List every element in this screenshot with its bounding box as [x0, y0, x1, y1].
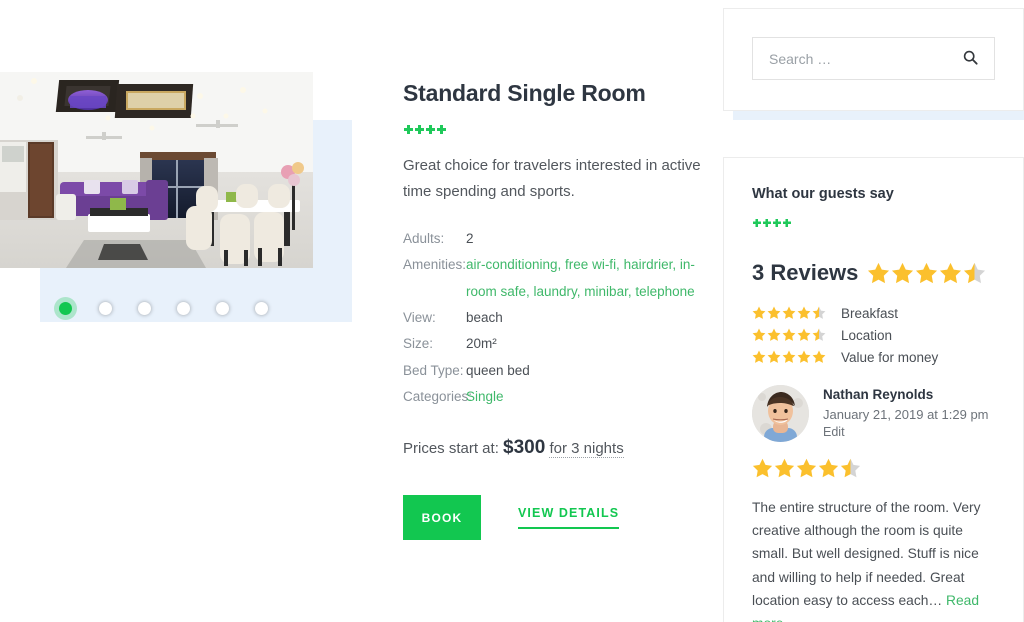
- page-title: Standard Single Room: [403, 80, 646, 106]
- criteria-label: Location: [841, 327, 893, 343]
- review-body: The entire structure of the room. Very c…: [752, 496, 995, 622]
- price-nights[interactable]: for 3 nights: [549, 440, 624, 459]
- room-photo[interactable]: [0, 72, 313, 268]
- gallery-dot-4[interactable]: [177, 302, 190, 315]
- review-body-text: The entire structure of the room. Very c…: [752, 500, 981, 608]
- review-rating-stars-wrap: [752, 458, 995, 484]
- gallery-dot-6[interactable]: [255, 302, 268, 315]
- criteria-row-breakfast: Breakfast: [752, 302, 995, 324]
- review-edit-link[interactable]: Edit: [823, 425, 845, 439]
- search-widget-body: [723, 8, 1024, 111]
- room-actions: BOOK VIEW DETAILS: [403, 495, 703, 541]
- spec-row-categories: Categories: Single: [403, 384, 703, 410]
- spec-value: beach: [466, 310, 503, 326]
- reviews-count: 3 Reviews: [752, 260, 859, 285]
- room-gallery: [0, 72, 352, 322]
- room-listing-page: Standard Single Room Great choice for tr…: [0, 0, 1024, 622]
- spec-row-adults: Adults: 2: [403, 226, 703, 252]
- spec-value: 2: [466, 231, 474, 247]
- spec-label: View:: [403, 310, 436, 326]
- overall-rating-stars: [867, 262, 987, 285]
- criteria-row-location: Location: [752, 324, 995, 346]
- spec-label: Bed Type:: [403, 362, 464, 378]
- spec-label: Categories:: [403, 388, 473, 404]
- book-button[interactable]: BOOK: [403, 495, 481, 541]
- spec-value: 20m²: [466, 336, 497, 352]
- review-date: January 21, 2019 at 1:29 pm: [823, 407, 989, 422]
- criteria-stars: [752, 306, 827, 320]
- spec-label: Size:: [403, 336, 434, 352]
- spec-value-categories[interactable]: Single: [466, 384, 504, 410]
- spec-label: Adults:: [403, 231, 445, 247]
- search-submit-button[interactable]: [956, 38, 984, 79]
- criteria-stars: [752, 350, 827, 364]
- search-widget: [723, 8, 1024, 120]
- review-rating-stars: [752, 458, 862, 479]
- spec-row-size: Size: 20m²: [403, 331, 703, 357]
- price-amount: $300: [503, 437, 546, 459]
- room-spec-list: Adults: 2 Amenities: air-conditioning, f…: [403, 226, 703, 410]
- green-dots-divider: [403, 124, 703, 136]
- sidebar: What our guests say 3 Reviews: [723, 0, 1024, 622]
- avatar: [752, 385, 809, 442]
- spec-row-amenities: Amenities: air-conditioning, free wi-fi,…: [403, 252, 703, 305]
- reviews-widget: What our guests say 3 Reviews Breakfast …: [723, 157, 1024, 622]
- reviews-header: 3 Reviews: [752, 260, 995, 286]
- gallery-dot-1[interactable]: [59, 302, 72, 315]
- spec-label: Amenities:: [403, 257, 467, 273]
- criteria-label: Breakfast: [841, 305, 899, 321]
- spec-value: queen bed: [466, 362, 530, 378]
- reviews-widget-title: What our guests say: [752, 186, 894, 202]
- criteria-label: Value for money: [841, 349, 939, 365]
- room-description: Great choice for travelers interested in…: [403, 156, 701, 200]
- price-prefix: Prices start at:: [403, 440, 499, 458]
- reviews-widget-body: What our guests say 3 Reviews Breakfast …: [723, 157, 1024, 622]
- view-details-link[interactable]: VIEW DETAILS: [518, 506, 620, 530]
- spec-row-view: View: beach: [403, 305, 703, 331]
- review-author-meta: Nathan Reynolds January 21, 2019 at 1:29…: [823, 385, 989, 441]
- price-line: Prices start at: $300 for 3 nights: [403, 437, 703, 459]
- search-icon: [963, 50, 978, 68]
- search-field-wrapper[interactable]: [752, 37, 995, 80]
- gallery-dots[interactable]: [0, 302, 313, 322]
- gallery-dot-2[interactable]: [99, 302, 112, 315]
- criteria-stars: [752, 328, 827, 342]
- gallery-dot-3[interactable]: [138, 302, 151, 315]
- room-details: Standard Single Room Great choice for tr…: [403, 80, 703, 541]
- gallery-dot-5[interactable]: [216, 302, 229, 315]
- spec-row-bed-type: Bed Type: queen bed: [403, 358, 703, 384]
- criteria-ratings: Breakfast Location Value for money: [752, 302, 995, 368]
- review-author-name: Nathan Reynolds: [823, 387, 934, 402]
- criteria-row-value-for-money: Value for money: [752, 346, 995, 368]
- green-dots-divider: [752, 218, 995, 230]
- review-author-block: Nathan Reynolds January 21, 2019 at 1:29…: [752, 385, 995, 442]
- spec-value-amenities[interactable]: air-conditioning, free wi-fi, hairdrier,…: [466, 252, 703, 305]
